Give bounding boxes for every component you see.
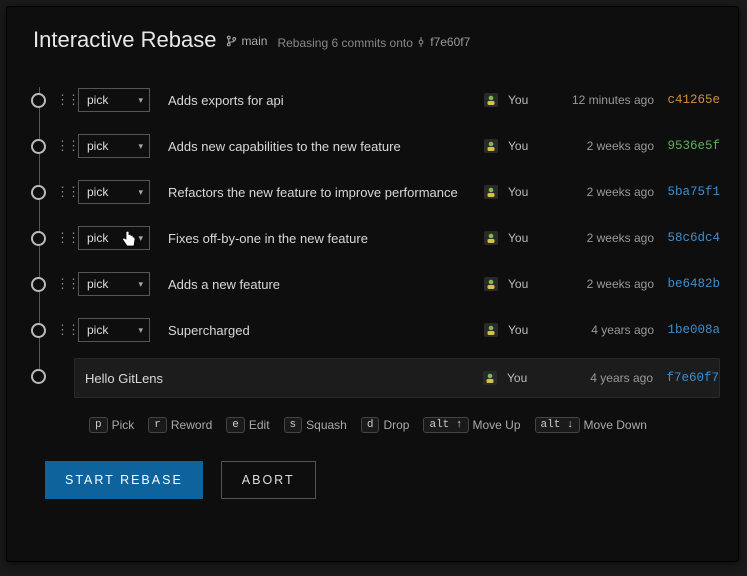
commit-hash[interactable]: 58c6dc4 xyxy=(664,231,720,245)
commit-message: Supercharged xyxy=(160,323,474,338)
action-value: pick xyxy=(87,93,108,107)
commit-hash[interactable]: c41265e xyxy=(664,93,720,107)
branch-name: main xyxy=(241,34,267,48)
legend-move-down: alt ↓Move Down xyxy=(535,417,647,433)
drag-handle-icon[interactable]: ⋮⋮ xyxy=(56,92,68,108)
commit-time: 2 weeks ago xyxy=(552,231,654,245)
commit-message: Hello GitLens xyxy=(83,371,473,386)
action-bar: START REBASE ABORT xyxy=(45,461,720,499)
commit-hash[interactable]: be6482b xyxy=(664,277,720,291)
legend-edit: eEdit xyxy=(226,417,269,433)
author: You xyxy=(508,277,542,291)
commit-time: 2 weeks ago xyxy=(552,185,654,199)
branch-icon xyxy=(226,35,237,47)
avatar xyxy=(484,323,498,337)
commit-row: ⋮⋮ pick ▾ Adds new capabilities to the n… xyxy=(31,123,720,169)
commit-icon xyxy=(416,37,426,47)
onto-commit: f7e60f7 xyxy=(416,35,470,49)
chevron-down-icon: ▾ xyxy=(138,279,143,290)
base-commit-row: Hello GitLens You 4 years ago f7e60f7 xyxy=(31,353,720,399)
author: You xyxy=(508,231,542,245)
commit-list: ⋮⋮ pick ▾ Adds exports for api You 12 mi… xyxy=(31,77,720,399)
chevron-down-icon: ▾ xyxy=(138,187,143,198)
abort-button[interactable]: ABORT xyxy=(221,461,316,499)
action-value: pick xyxy=(87,277,108,291)
commit-time: 4 years ago xyxy=(552,323,654,337)
legend-pick: pPick xyxy=(89,417,134,433)
action-select[interactable]: pick ▾ xyxy=(78,272,150,296)
commit-row: ⋮⋮ pick ▾ Adds a new feature You 2 weeks… xyxy=(31,261,720,307)
legend-move-up: alt ↑Move Up xyxy=(423,417,520,433)
action-value: pick xyxy=(87,231,108,245)
commit-message: Adds exports for api xyxy=(160,93,474,108)
commit-row: ⋮⋮ pick ▾ Adds exports for api You 12 mi… xyxy=(31,77,720,123)
action-value: pick xyxy=(87,139,108,153)
author: You xyxy=(508,185,542,199)
page-title: Interactive Rebase xyxy=(33,27,216,53)
legend-reword: rReword xyxy=(148,417,212,433)
drag-handle-icon[interactable]: ⋮⋮ xyxy=(56,184,68,200)
commit-time: 12 minutes ago xyxy=(552,93,654,107)
drag-handle-icon[interactable]: ⋮⋮ xyxy=(56,276,68,292)
chevron-down-icon: ▾ xyxy=(138,141,143,152)
avatar xyxy=(484,139,498,153)
avatar xyxy=(484,93,498,107)
branch-badge: main xyxy=(226,34,267,48)
rebase-status: Rebasing 6 commits onto f7e60f7 xyxy=(277,35,470,50)
commit-hash[interactable]: 9536e5f xyxy=(664,139,720,153)
avatar xyxy=(484,185,498,199)
graph-node xyxy=(31,323,46,338)
action-select[interactable]: pick ▾ xyxy=(78,88,150,112)
action-select[interactable]: pick ▾ xyxy=(78,134,150,158)
graph-node xyxy=(31,277,46,292)
graph-node xyxy=(31,369,46,384)
drag-handle-icon[interactable]: ⋮⋮ xyxy=(56,322,68,338)
keyboard-legend: pPick rReword eEdit sSquash dDrop alt ↑M… xyxy=(89,417,720,433)
commit-message: Adds new capabilities to the new feature xyxy=(160,139,474,154)
action-select[interactable]: pick ▾ xyxy=(78,226,150,250)
chevron-down-icon: ▾ xyxy=(138,95,143,106)
drag-handle-icon[interactable]: ⋮⋮ xyxy=(56,138,68,154)
action-select[interactable]: pick ▾ xyxy=(78,318,150,342)
action-value: pick xyxy=(87,323,108,337)
header: Interactive Rebase main Rebasing 6 commi… xyxy=(25,27,720,53)
graph-node xyxy=(31,93,46,108)
avatar xyxy=(484,277,498,291)
avatar xyxy=(484,231,498,245)
graph-node xyxy=(31,185,46,200)
commit-hash[interactable]: 1be008a xyxy=(664,323,720,337)
commit-message: Adds a new feature xyxy=(160,277,474,292)
action-select[interactable]: pick ▾ xyxy=(78,180,150,204)
cursor-hand-icon xyxy=(121,230,137,250)
author: You xyxy=(508,93,542,107)
legend-squash: sSquash xyxy=(284,417,347,433)
chevron-down-icon: ▾ xyxy=(138,325,143,336)
commit-row: ⋮⋮ pick ▾ Fixes off-by-one in the new fe… xyxy=(31,215,720,261)
commit-row: ⋮⋮ pick ▾ Refactors the new feature to i… xyxy=(31,169,720,215)
avatar xyxy=(483,371,497,385)
commit-time: 2 weeks ago xyxy=(552,277,654,291)
legend-drop: dDrop xyxy=(361,417,410,433)
graph-node xyxy=(31,231,46,246)
author: You xyxy=(508,323,542,337)
graph-node xyxy=(31,139,46,154)
drag-handle-icon[interactable]: ⋮⋮ xyxy=(56,230,68,246)
commit-hash[interactable]: f7e60f7 xyxy=(663,371,719,385)
rebase-panel: Interactive Rebase main Rebasing 6 commi… xyxy=(6,6,739,562)
author: You xyxy=(507,371,541,385)
commit-time: 2 weeks ago xyxy=(552,139,654,153)
chevron-down-icon: ▾ xyxy=(138,233,143,244)
action-value: pick xyxy=(87,185,108,199)
commit-hash[interactable]: 5ba75f1 xyxy=(664,185,720,199)
commit-row: ⋮⋮ pick ▾ Supercharged You 4 years ago 1… xyxy=(31,307,720,353)
author: You xyxy=(508,139,542,153)
commit-time: 4 years ago xyxy=(551,371,653,385)
start-rebase-button[interactable]: START REBASE xyxy=(45,461,203,499)
commit-message: Fixes off-by-one in the new feature xyxy=(160,231,474,246)
commit-message: Refactors the new feature to improve per… xyxy=(160,185,474,200)
